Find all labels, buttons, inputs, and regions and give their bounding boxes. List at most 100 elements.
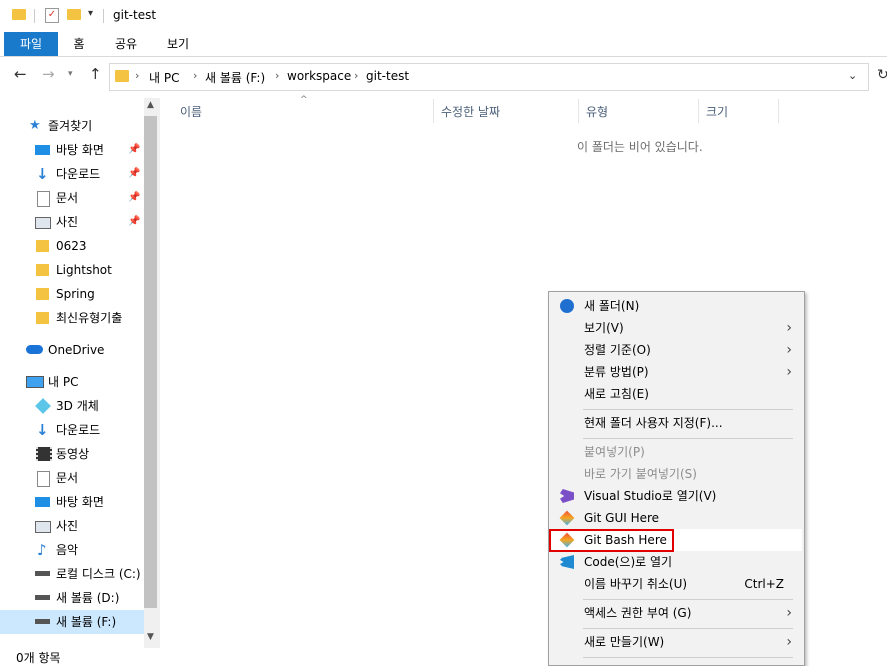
nav-scrollbar-thumb[interactable] [144,116,157,608]
menu-separator [583,438,793,439]
breadcrumb-this-pc[interactable]: 내 PC [149,69,179,86]
refresh-icon[interactable]: ↻ [877,67,887,83]
window-title: git-test [113,8,157,22]
chevron-right-icon: › [786,364,792,380]
context-menu: 새 폴더(N) 보기(V) › 정렬 기준(O) › 분류 방법(P) › 새로… [548,291,805,666]
star-icon: ★ [29,118,41,133]
menu-separator [583,657,793,658]
column-divider[interactable] [698,99,699,123]
scroll-up-icon[interactable]: ▲ [147,100,154,110]
desktop-icon [35,497,50,507]
pin-icon[interactable]: 📌 [128,186,140,210]
nav-item-pc-documents[interactable]: 문서 [0,466,144,490]
chevron-right-icon: › [786,605,792,621]
menu-refresh[interactable]: 새로 고침(E) [551,383,802,405]
chevron-right-icon[interactable]: › [193,69,197,82]
nav-item-drive-d[interactable]: 새 볼륨 (D:) [0,586,144,610]
nav-item-downloads[interactable]: ↓ 다운로드 📌 [0,162,144,186]
menu-undo-rename[interactable]: 이름 바꾸기 취소(U) Ctrl+Z [551,573,802,595]
column-divider[interactable] [433,99,434,123]
nav-item-desktop[interactable]: 바탕 화면 📌 [0,138,144,162]
column-size[interactable]: 크기 [706,103,728,120]
breadcrumb-volume-f[interactable]: 새 볼륨 (F:) [205,69,265,86]
tab-file[interactable]: 파일 [4,32,58,56]
breadcrumb-workspace[interactable]: workspace [287,69,351,83]
nav-this-pc[interactable]: 내 PC [0,370,144,394]
column-date[interactable]: 수정한 날짜 [441,103,500,120]
column-divider[interactable] [578,99,579,123]
nav-item-exam[interactable]: 최신유형기출 [0,306,144,330]
nav-item-pc-downloads[interactable]: ↓ 다운로드 [0,418,144,442]
customize-toolbar-icon[interactable]: ▾ [88,8,93,19]
menu-paste[interactable]: 붙여넣기(P) [551,441,802,463]
nav-item-spring[interactable]: Spring [0,282,144,306]
menu-view[interactable]: 보기(V) › [551,317,802,339]
tab-share[interactable]: 공유 [108,32,144,56]
menu-open-visual-studio[interactable]: Visual Studio로 열기(V) [551,485,802,507]
chevron-right-icon[interactable]: › [275,69,279,82]
forward-arrow-icon[interactable]: → [42,65,55,83]
menu-open-code[interactable]: Code(으)로 열기 [551,551,802,573]
properties-icon[interactable]: ✓ [45,8,59,23]
pictures-icon [35,521,51,533]
nav-item-documents[interactable]: 문서 📌 [0,186,144,210]
menu-separator [583,628,793,629]
menu-separator [583,409,793,410]
git-icon [559,510,575,526]
nav-item-drive-c[interactable]: 로컬 디스크 (C:) [0,562,144,586]
download-arrow-icon: ↓ [36,421,49,439]
tab-view[interactable]: 보기 [160,32,196,56]
empty-folder-message: 이 폴더는 비어 있습니다. [577,140,703,154]
address-bar[interactable]: › 내 PC › 새 볼륨 (F:) › workspace › git-tes… [109,63,869,91]
chevron-down-icon[interactable]: ⌄ [848,69,857,82]
up-arrow-icon[interactable]: ↑ [89,65,102,83]
nav-item-0623[interactable]: 0623 [0,234,144,258]
chevron-right-icon[interactable]: › [135,69,139,82]
document-icon [37,191,50,207]
breadcrumb-git-test[interactable]: git-test [366,69,409,83]
back-arrow-icon[interactable]: ← [14,65,27,83]
pin-icon[interactable]: 📌 [128,138,140,162]
scroll-down-icon[interactable]: ▼ [147,632,154,642]
nav-onedrive[interactable]: OneDrive [0,338,144,362]
folder-icon [36,312,49,324]
menu-customize[interactable]: 현재 폴더 사용자 지정(F)... [551,412,802,434]
nav-item-pictures[interactable]: 사진 📌 [0,210,144,234]
menu-paste-shortcut[interactable]: 바로 가기 붙여넣기(S) [551,463,802,485]
column-type[interactable]: 유형 [586,103,608,120]
menu-give-access[interactable]: 액세스 권한 부여 (G) › [551,602,802,624]
menu-separator [583,599,793,600]
menu-git-gui[interactable]: Git GUI Here [551,507,802,529]
column-name[interactable]: 이름 [180,103,202,120]
nav-item-pc-pictures[interactable]: 사진 [0,514,144,538]
nav-item-lightshot[interactable]: Lightshot [0,258,144,282]
shortcut-label: Ctrl+Z [744,577,784,591]
sort-caret-icon: ^ [300,95,308,105]
tab-home[interactable]: 홈 [64,32,94,56]
nav-item-3d-objects[interactable]: 3D 개체 [0,394,144,418]
column-divider[interactable] [778,99,779,123]
nav-item-drive-f[interactable]: 새 볼륨 (F:) [0,610,144,634]
nav-item-music[interactable]: ♪ 음악 [0,538,144,562]
divider [34,9,35,23]
pin-icon[interactable]: 📌 [128,162,140,186]
nav-item-pc-desktop[interactable]: 바탕 화면 [0,490,144,514]
chevron-right-icon: › [786,320,792,336]
cloud-icon [26,345,43,354]
new-folder-icon[interactable] [67,9,81,20]
menu-new[interactable]: 새로 만들기(W) › [551,631,802,653]
status-item-count: 0개 항목 [16,651,61,665]
folder-icon [36,288,49,300]
nav-quick-access[interactable]: ★ 즐겨찾기 [0,114,144,138]
recent-locations-icon[interactable]: ▾ [68,69,73,79]
chevron-right-icon: › [786,634,792,650]
chevron-right-icon[interactable]: › [354,69,358,82]
menu-sort[interactable]: 정렬 기준(O) › [551,339,802,361]
nav-item-videos[interactable]: 동영상 [0,442,144,466]
pin-icon[interactable]: 📌 [128,210,140,234]
menu-new-folder[interactable]: 새 폴더(N) [551,295,802,317]
drive-icon [35,595,50,600]
highlight-box [549,529,674,552]
desktop-icon [35,145,50,155]
menu-group[interactable]: 분류 방법(P) › [551,361,802,383]
